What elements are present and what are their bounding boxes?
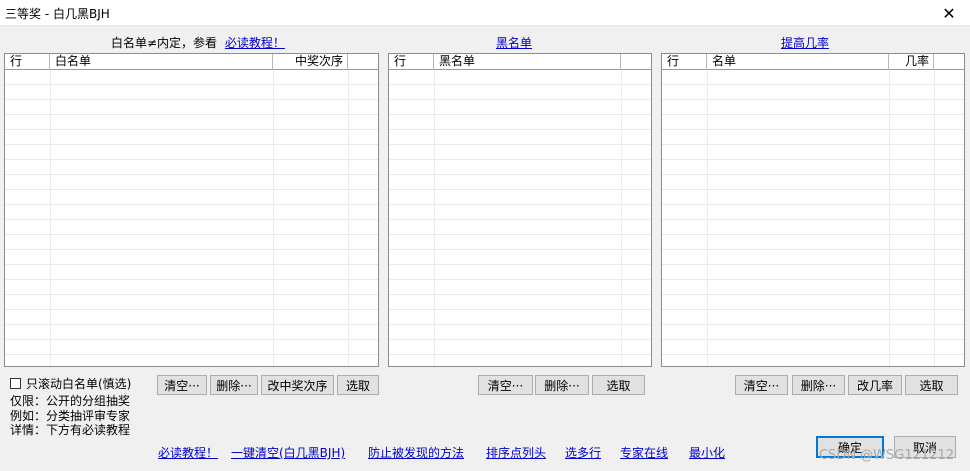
column-header-filler: [934, 54, 964, 70]
column-header-whitelist[interactable]: 白名单: [50, 54, 273, 70]
probability-table-header: 行 名单 几率: [662, 54, 964, 70]
footer-link-minimize[interactable]: 最小化: [689, 444, 725, 461]
column-header-rate[interactable]: 几率: [889, 54, 934, 70]
title-bar: 三等奖 - 白几黑BJH ✕: [0, 0, 970, 26]
blacklist-pick-button[interactable]: 选取: [592, 375, 645, 395]
footer-link-multi-select[interactable]: 选多行: [565, 444, 601, 461]
whitelist-table-header: 行 白名单 中奖次序: [5, 54, 378, 70]
column-header-row[interactable]: 行: [662, 54, 707, 70]
blacklist-header-link[interactable]: 黑名单: [496, 36, 532, 50]
column-header-filler: [348, 54, 378, 70]
watermark-text: CSDN @WSG121212: [818, 448, 954, 463]
probability-table[interactable]: 行 名单 几率: [661, 53, 965, 367]
window-title: 三等奖 - 白几黑BJH: [5, 7, 110, 21]
footer-link-sort-by-header[interactable]: 排序点列头: [486, 444, 546, 461]
blacklist-clear-button[interactable]: 清空···: [478, 375, 533, 395]
column-header-filler: [621, 54, 651, 70]
info-line: 详情：下方有必读教程: [10, 423, 131, 437]
blacklist-table[interactable]: 行 黑名单: [388, 53, 652, 367]
close-icon[interactable]: ✕: [934, 0, 964, 26]
probability-pick-button[interactable]: 选取: [905, 375, 958, 395]
column-header-blacklist[interactable]: 黑名单: [434, 54, 621, 70]
footer-link-tutorial[interactable]: 必读教程！: [158, 444, 218, 461]
scroll-only-whitelist-label: 只滚动白名单(慎选): [26, 377, 132, 391]
whitelist-pick-button[interactable]: 选取: [337, 375, 379, 395]
footer-link-avoid-detection[interactable]: 防止被发现的方法: [368, 444, 464, 461]
probability-change-rate-button[interactable]: 改几率: [848, 375, 902, 395]
footer-link-clear-all[interactable]: 一键清空(白几黑BJH): [231, 444, 345, 461]
column-header-name[interactable]: 名单: [707, 54, 889, 70]
footer-link-expert-online[interactable]: 专家在线: [620, 444, 668, 461]
whitelist-note-text: 白名单≠内定，参看: [111, 36, 218, 50]
blacklist-delete-button[interactable]: 删除···: [535, 375, 589, 395]
column-header-row[interactable]: 行: [5, 54, 50, 70]
whitelist-change-order-button[interactable]: 改中奖次序: [261, 375, 334, 395]
whitelist-delete-button[interactable]: 删除···: [210, 375, 258, 395]
probability-header-link[interactable]: 提高几率: [781, 36, 829, 50]
whitelist-tutorial-link[interactable]: 必读教程！: [225, 36, 285, 50]
probability-clear-button[interactable]: 清空···: [735, 375, 788, 395]
scroll-only-whitelist-checkbox[interactable]: [10, 378, 21, 389]
whitelist-clear-button[interactable]: 清空···: [157, 375, 207, 395]
blacklist-table-header: 行 黑名单: [389, 54, 651, 70]
column-header-row[interactable]: 行: [389, 54, 434, 70]
whitelist-table[interactable]: 行 白名单 中奖次序: [4, 53, 379, 367]
probability-delete-button[interactable]: 删除···: [792, 375, 845, 395]
column-header-win-order[interactable]: 中奖次序: [273, 54, 348, 70]
whitelist-note: 白名单≠内定，参看 必读教程！: [111, 34, 285, 51]
